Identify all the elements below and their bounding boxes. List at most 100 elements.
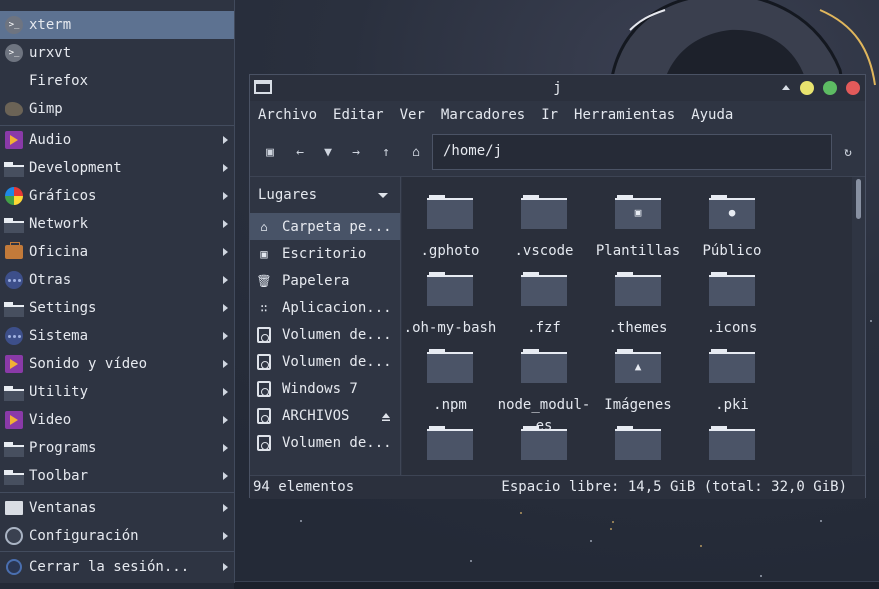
file-name: .themes [608, 320, 668, 336]
menu-ir[interactable]: Ir [541, 107, 558, 123]
terminal-icon: >_ [4, 43, 24, 63]
menu-item[interactable]: Network [0, 210, 234, 238]
trash-icon: 🗑 [256, 273, 272, 288]
sidebar-item-label: Carpeta pe... [282, 218, 392, 235]
file-item[interactable]: .pki [685, 349, 779, 416]
menu-marcadores[interactable]: Marcadores [441, 107, 525, 123]
menu-item[interactable]: Development [0, 154, 234, 182]
menu-item[interactable]: Utility [0, 378, 234, 406]
sidebar-item[interactable]: Volumen de... [250, 429, 400, 456]
reload-icon[interactable]: ↻ [838, 143, 858, 163]
chevron-right-icon [223, 416, 228, 424]
eject-icon[interactable] [381, 410, 391, 421]
file-item[interactable]: .oh-my-bash [403, 272, 497, 339]
close-button[interactable] [846, 81, 860, 95]
menu-item-label: Toolbar [29, 468, 89, 484]
sidebar-item[interactable]: ⌂ Carpeta pe... [250, 213, 400, 240]
file-item[interactable]: .vscode [497, 195, 591, 262]
sidebar-item[interactable]: Volumen de... [250, 348, 400, 375]
folder-icon [427, 426, 473, 460]
scrollbar[interactable] [856, 179, 861, 219]
shade-icon[interactable] [782, 85, 790, 90]
toolbar: ▣ ← ▼ → ↑ ⌂ /home/j ↻ [250, 131, 865, 175]
chevron-right-icon [223, 276, 228, 284]
drive-icon [256, 407, 272, 424]
sidebar-item[interactable]: ▣ Escritorio [250, 240, 400, 267]
file-item[interactable]: .icons [685, 272, 779, 339]
file-item[interactable]: ● Público [685, 195, 779, 262]
menu-item[interactable]: Otras [0, 266, 234, 294]
menu-item[interactable]: Gráficos [0, 182, 234, 210]
file-item[interactable]: node_modul-es [497, 349, 591, 437]
menu-item[interactable]: Programs [0, 434, 234, 462]
menu-item[interactable]: Sistema [0, 322, 234, 350]
menu-archivo[interactable]: Archivo [258, 107, 317, 123]
menu-item[interactable]: Video [0, 406, 234, 434]
new-tab-icon[interactable]: ▣ [260, 143, 280, 163]
free-space: Espacio libre: 14,5 GiB (total: 32,0 GiB… [501, 479, 847, 495]
file-item[interactable] [591, 426, 685, 472]
menu-herramientas[interactable]: Herramientas [574, 107, 675, 123]
file-item[interactable]: .fzf [497, 272, 591, 339]
menu-item-label: Development [29, 160, 122, 176]
menu-item[interactable]: Firefox [0, 67, 234, 95]
menu-item[interactable]: Oficina [0, 238, 234, 266]
file-item[interactable]: .npm [403, 349, 497, 416]
chevron-down-icon[interactable] [378, 193, 388, 198]
sidebar-item-label: ARCHIVOS [282, 407, 350, 424]
menu-editar[interactable]: Editar [333, 107, 384, 123]
back-icon[interactable]: ← [290, 143, 310, 163]
history-dropdown-icon[interactable]: ▼ [318, 143, 338, 163]
file-item[interactable]: ▣ Plantillas [591, 195, 685, 262]
location-input[interactable]: /home/j [432, 134, 832, 170]
menu-item[interactable]: Toolbar [0, 462, 234, 490]
file-item[interactable] [497, 426, 591, 472]
forward-icon[interactable]: → [346, 143, 366, 163]
file-name: .pki [715, 397, 749, 413]
sidebar-item-label: Papelera [282, 272, 350, 289]
sidebar-item[interactable]: 🗑 Papelera [250, 267, 400, 294]
chevron-right-icon [223, 444, 228, 452]
up-icon[interactable]: ↑ [376, 143, 396, 163]
menu-item[interactable]: Ventanas [0, 494, 234, 522]
maximize-button[interactable] [823, 81, 837, 95]
menu-item[interactable]: Audio [0, 126, 234, 154]
file-name: Público [702, 243, 762, 259]
menu-item-label: Cerrar la sesión... [29, 559, 190, 575]
file-item[interactable]: .gphoto [403, 195, 497, 262]
sidebar-item[interactable]: Volumen de... [250, 321, 400, 348]
file-item[interactable] [685, 426, 779, 472]
menu-ayuda[interactable]: Ayuda [691, 107, 733, 123]
menu-item[interactable]: Gimp [0, 95, 234, 123]
file-item[interactable]: .themes [591, 272, 685, 339]
places-sidebar: Lugares ⌂ Carpeta pe... ▣ Escritorio 🗑 Papele… [250, 177, 401, 475]
system-icon [4, 326, 24, 346]
sidebar-header[interactable]: Lugares [258, 187, 317, 203]
sidebar-item-label: Volumen de... [282, 326, 392, 343]
menu-item[interactable]: Configuración [0, 522, 234, 550]
menu-item[interactable]: Sonido y vídeo [0, 350, 234, 378]
chevron-right-icon [223, 192, 228, 200]
minimize-button[interactable] [800, 81, 814, 95]
chevron-right-icon [223, 332, 228, 340]
menu-item-label: Gimp [29, 101, 63, 117]
home-icon: ⌂ [260, 219, 268, 234]
home-icon[interactable]: ⌂ [406, 143, 426, 163]
sidebar-item-label: Aplicacion... [282, 299, 392, 316]
file-item[interactable] [403, 426, 497, 472]
menu-item[interactable]: >_ urxvt [0, 39, 234, 67]
chevron-right-icon [223, 248, 228, 256]
multimedia-icon [4, 410, 24, 430]
menu-item[interactable]: Settings [0, 294, 234, 322]
file-name: .oh-my-bash [403, 320, 497, 336]
sidebar-item[interactable]: Windows 7 [250, 375, 400, 402]
menu-item-label: Sistema [29, 328, 89, 344]
menu-item[interactable]: Cerrar la sesión... [0, 553, 234, 581]
sidebar-item[interactable]: ∷ Aplicacion... [250, 294, 400, 321]
chevron-right-icon [223, 472, 228, 480]
file-item[interactable]: ▲ Imágenes [591, 349, 685, 416]
title-bar[interactable]: j [250, 75, 865, 101]
menu-item[interactable]: >_ xterm [0, 11, 234, 39]
sidebar-item[interactable]: ARCHIVOS [250, 402, 400, 429]
menu-ver[interactable]: Ver [400, 107, 425, 123]
